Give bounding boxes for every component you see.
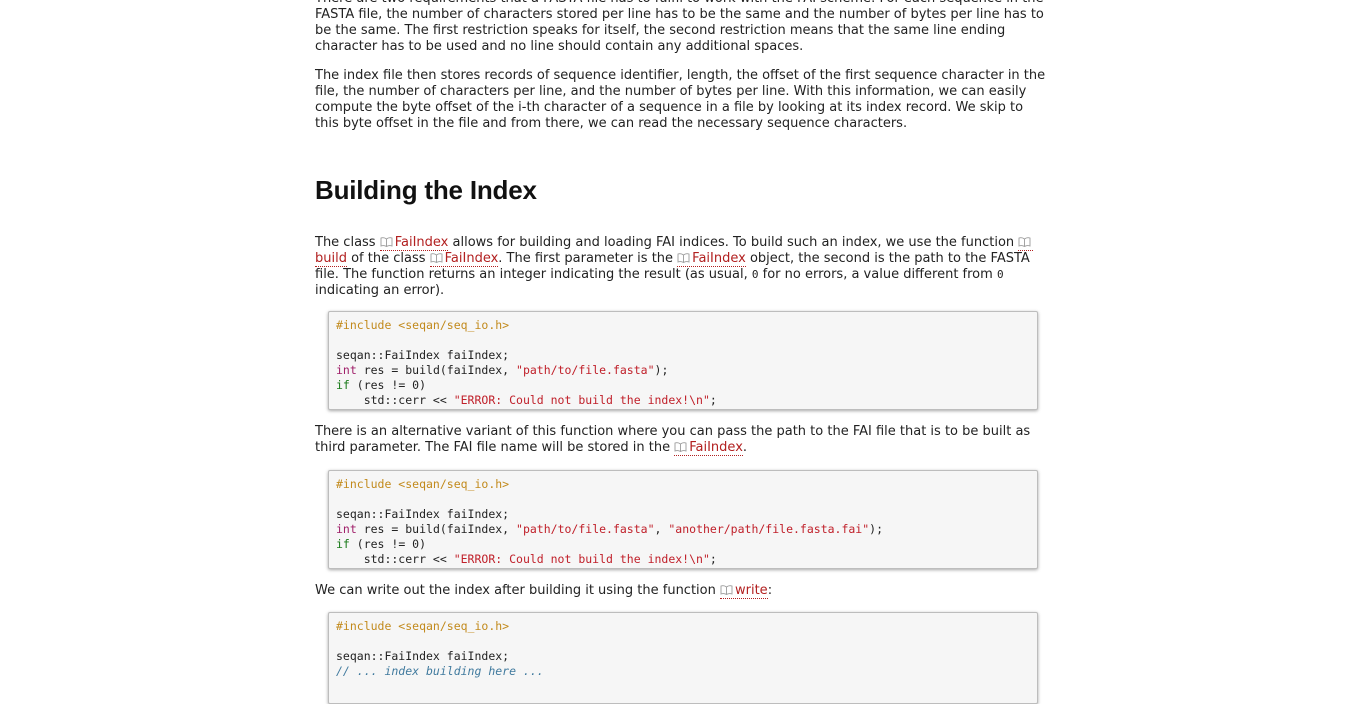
book-icon (677, 253, 690, 263)
build-paragraph: The class FaiIndex allows for building a… (315, 235, 1050, 299)
code-line: seqan::FaiIndex faiIndex; (336, 649, 510, 663)
link-label: FaiIndex (444, 251, 499, 266)
code-line: std::cerr << "ERROR: Could not build the… (336, 552, 717, 566)
code-line: int res = build(faiIndex, "path/to/file.… (336, 363, 669, 377)
write-link[interactable]: write (720, 583, 768, 599)
comment-line: // ... index building here ... (336, 664, 544, 678)
faiindex-link[interactable]: FaiIndex (677, 251, 746, 267)
text: . (742, 440, 748, 455)
faiindex-link[interactable]: FaiIndex (674, 440, 743, 456)
index-file-paragraph: The index file then stores records of se… (315, 68, 1046, 131)
include-line: #include <seqan/seq_io.h> (336, 477, 510, 491)
code-line: if (res != 0) (336, 537, 427, 551)
text: allows for building and loading FAI indi… (448, 235, 1019, 250)
inline-code: 0 (996, 268, 1004, 281)
requirements-paragraph: There are two requirements that a FASTA … (315, 0, 1044, 54)
link-label: FaiIndex (689, 440, 743, 455)
link-label: write (735, 583, 768, 598)
code-line: if (res != 0) (336, 378, 427, 392)
text: We can write out the index after buildin… (315, 583, 720, 598)
book-icon (674, 442, 687, 452)
faiindex-link[interactable]: FaiIndex (429, 251, 499, 267)
code-line: seqan::FaiIndex faiIndex; (336, 348, 510, 362)
link-label: FaiIndex (692, 251, 746, 266)
article-content: There are two requirements that a FASTA … (315, 0, 1050, 704)
code-block: #include <seqan/seq_io.h>seqan::FaiIndex… (328, 470, 1038, 569)
text: . The first parameter is the (498, 251, 678, 266)
book-icon (1018, 237, 1031, 247)
link-label: FaiIndex (394, 235, 449, 250)
link-label: build (315, 251, 347, 266)
text: There is an alternative variant of this … (315, 424, 1031, 455)
code-line: seqan::FaiIndex faiIndex; (336, 507, 510, 521)
alternative-paragraph: There is an alternative variant of this … (315, 424, 1050, 456)
text: for no errors, a value different from (758, 267, 997, 282)
code-block: #include <seqan/seq_io.h>seqan::FaiIndex… (328, 612, 1038, 704)
section-heading: Building the Index (315, 175, 537, 205)
book-icon (430, 253, 443, 263)
faiindex-link[interactable]: FaiIndex (379, 235, 449, 251)
book-icon (720, 585, 733, 595)
text: of the class (346, 251, 430, 266)
text: : (767, 583, 773, 598)
text: indicating an error). (315, 283, 445, 298)
include-line: #include <seqan/seq_io.h> (336, 619, 510, 633)
code-line: std::cerr << "ERROR: Could not build the… (336, 393, 717, 407)
code-block: #include <seqan/seq_io.h>seqan::FaiIndex… (328, 311, 1038, 410)
write-paragraph: We can write out the index after buildin… (315, 583, 1050, 599)
book-icon (380, 237, 393, 247)
text: The class (315, 235, 380, 250)
code-line: int res = build(faiIndex, "path/to/file.… (336, 522, 884, 536)
include-line: #include <seqan/seq_io.h> (336, 318, 510, 332)
